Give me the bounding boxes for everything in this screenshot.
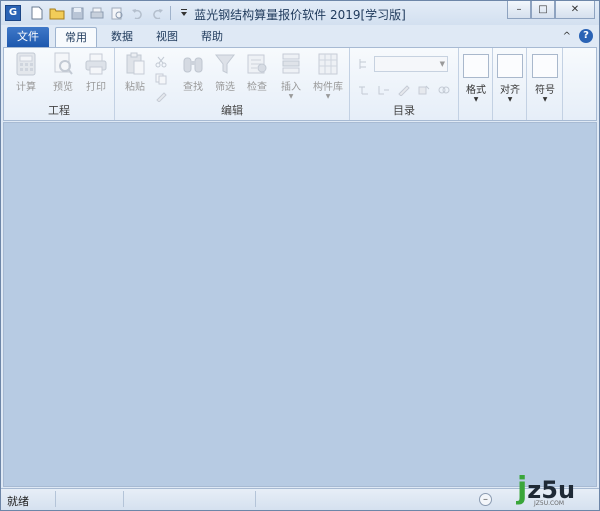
group-catalog: ▼ 目录 [350,48,459,120]
title-bar: G 蓝光钢结构算量报价软件 2019[学习版] – □ ✕ [1,1,599,25]
tab-view[interactable]: 视图 [148,27,186,47]
group-edit: 粘贴 查找 筛选 检查 插入 ▼ 构件库 ▼ 编辑 [115,48,350,120]
insert-rows-icon [280,52,302,76]
status-divider [255,491,256,507]
preview-label: 预览 [53,82,73,93]
collapse-ribbon-icon[interactable]: ^ [563,31,571,42]
tree-add-icon[interactable] [358,84,370,96]
tree-delete-icon[interactable] [418,84,430,96]
symbol-icon [532,54,558,78]
symbol-label: 符号 [535,85,555,96]
format-painter-icon[interactable] [155,90,167,103]
window-controls: – □ ✕ [507,1,595,19]
group-format[interactable]: 格式 ▼ [459,48,493,120]
tab-data[interactable]: 数据 [103,27,141,47]
group-project: 计算 预览 打印 工程 [4,48,115,120]
align-dropdown-icon: ▼ [507,96,513,103]
tab-file[interactable]: 文件 [7,27,49,47]
tree-indent-icon[interactable] [378,84,390,96]
component-library-label: 构件库 [313,82,343,93]
filter-button[interactable]: 筛选 [209,52,241,93]
preview-button[interactable]: 预览 [47,52,79,93]
insert-button[interactable]: 插入 ▼ [275,52,307,100]
check-label: 检查 [247,82,267,93]
tree-structure-icon[interactable] [358,58,370,70]
filter-icon [214,52,236,76]
group-edit-label: 编辑 [221,104,243,117]
tree-link-icon[interactable] [438,84,450,96]
insert-label: 插入 [281,82,301,93]
paste-button[interactable]: 粘贴 [119,52,151,93]
check-button[interactable]: 检查 [241,52,273,93]
calculate-button[interactable]: 计算 [10,52,42,93]
filter-label: 筛选 [215,82,235,93]
paste-icon [124,52,146,76]
watermark-j: j [517,471,528,506]
cut-icon[interactable] [155,56,167,68]
ribbon-panel: 计算 预览 打印 工程 粘贴 查找 筛选 检查 插入 ▼ 构件库 ▼ 编辑 ▼ … [3,47,597,121]
copy-icon[interactable] [155,73,167,85]
app-window: G 蓝光钢结构算量报价软件 2019[学习版] – □ ✕ 文件 常用 数据 视… [0,0,600,511]
find-label: 查找 [183,82,203,93]
zoom-out-button[interactable]: – [479,493,492,506]
print-button[interactable]: 打印 [80,52,112,93]
component-library-icon [317,52,339,76]
paste-label: 粘贴 [125,82,145,93]
group-catalog-label: 目录 [393,104,415,117]
tab-help[interactable]: 帮助 [193,27,231,47]
catalog-dropdown-icon: ▼ [439,60,445,68]
group-project-label: 工程 [48,104,70,117]
component-library-dropdown-icon: ▼ [325,93,331,100]
watermark-subtext: JZ5U.COM [534,500,565,507]
close-button[interactable]: ✕ [555,1,595,19]
help-icon[interactable]: ? [579,29,593,43]
tree-edit-icon[interactable] [398,84,410,97]
status-bar: 就绪 – [1,488,599,510]
catalog-select[interactable]: ▼ [374,56,448,72]
ribbon-controls: ^ ? [563,29,593,43]
minimize-button[interactable]: – [507,1,531,19]
workspace-area[interactable] [3,122,597,487]
printer-icon [85,52,107,76]
preview-icon [52,52,74,76]
format-dropdown-icon: ▼ [473,96,479,103]
status-divider [123,491,124,507]
calculator-icon [15,52,37,76]
align-label: 对齐 [500,85,520,96]
symbol-dropdown-icon: ▼ [542,96,548,103]
check-icon [246,52,268,76]
tab-home[interactable]: 常用 [55,27,97,48]
group-align[interactable]: 对齐 ▼ [493,48,527,120]
format-icon [463,54,489,78]
insert-dropdown-icon: ▼ [288,93,294,100]
status-divider [55,491,56,507]
binoculars-icon [182,52,204,76]
component-library-button[interactable]: 构件库 ▼ [311,52,345,100]
calculate-label: 计算 [16,82,36,93]
align-icon [497,54,523,78]
find-button[interactable]: 查找 [177,52,209,93]
status-text: 就绪 [7,495,29,508]
group-symbol[interactable]: 符号 ▼ [527,48,563,120]
print-label: 打印 [86,82,106,93]
ribbon-tab-row: 文件 常用 数据 视图 帮助 ^ ? [1,25,599,48]
maximize-button[interactable]: □ [531,1,555,19]
format-label: 格式 [466,85,486,96]
